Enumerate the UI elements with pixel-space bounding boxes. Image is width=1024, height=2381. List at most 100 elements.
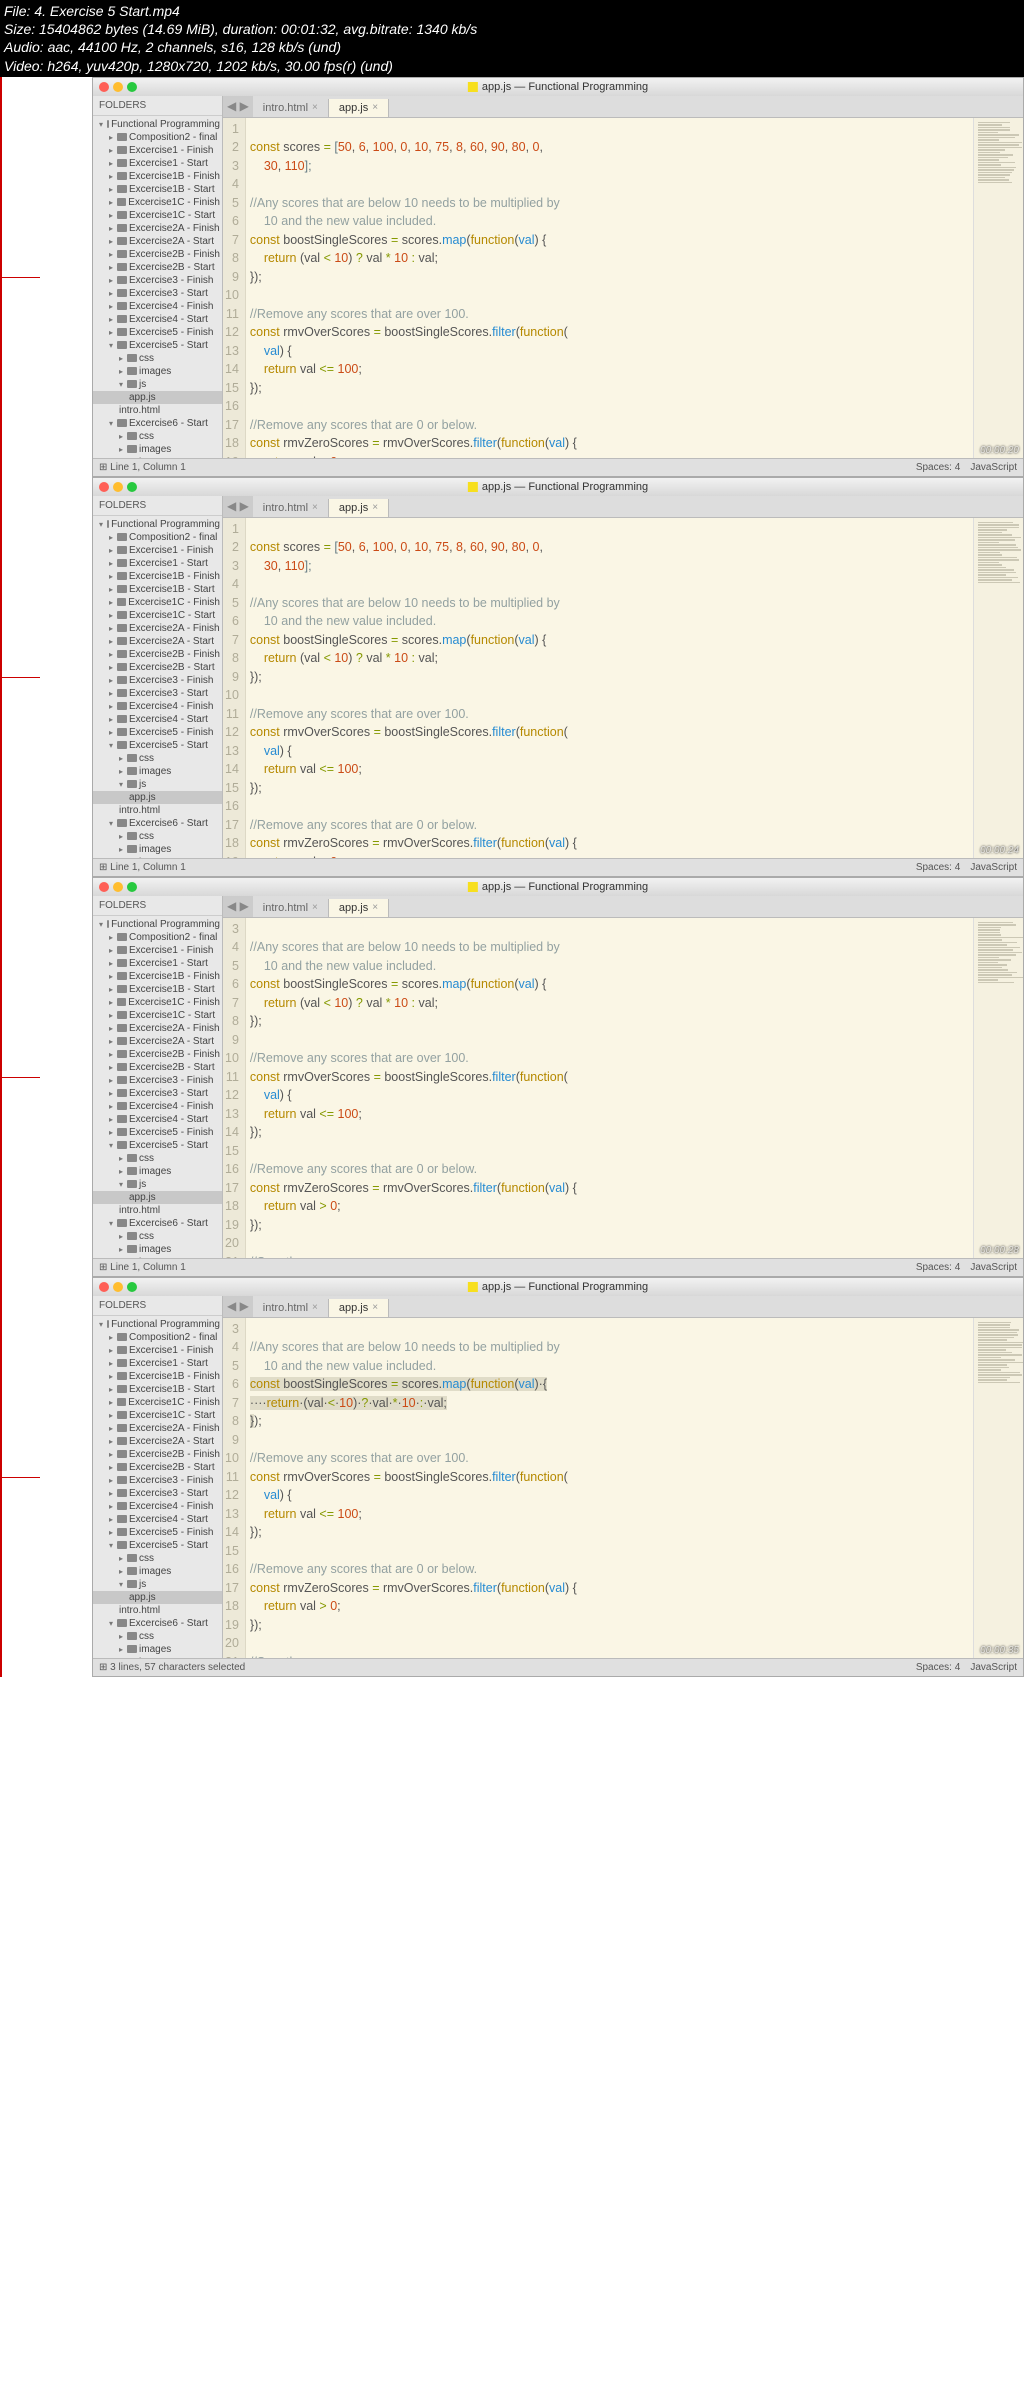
- tree-item[interactable]: Excercise2B - Finish: [93, 648, 222, 661]
- tree-item[interactable]: css: [93, 352, 222, 365]
- tree-item[interactable]: Excercise1C - Start: [93, 1009, 222, 1022]
- tree-item[interactable]: Excercise1 - Start: [93, 1357, 222, 1370]
- code-area[interactable]: 3456789101112131415161718192021222324252…: [223, 918, 1023, 1258]
- tree-item[interactable]: app.js: [93, 791, 222, 804]
- tree-item[interactable]: Excercise5 - Start: [93, 339, 222, 352]
- tree-item[interactable]: Composition2 - final: [93, 1331, 222, 1344]
- tree-item[interactable]: Composition2 - final: [93, 531, 222, 544]
- titlebar[interactable]: app.js — Functional Programming: [93, 1278, 1023, 1296]
- tree-item[interactable]: Excercise2A - Finish: [93, 1422, 222, 1435]
- tree-item[interactable]: Excercise3 - Start: [93, 687, 222, 700]
- tree-item[interactable]: Excercise2A - Finish: [93, 222, 222, 235]
- tab-nav-arrows[interactable]: ◀ ▶: [223, 896, 253, 917]
- tree-item[interactable]: Excercise2B - Start: [93, 661, 222, 674]
- tree-item[interactable]: Excercise4 - Start: [93, 1513, 222, 1526]
- minimap[interactable]: [973, 918, 1023, 1258]
- code-lines[interactable]: //Any scores that are below 10 needs to …: [246, 1318, 973, 1658]
- tree-item[interactable]: Excercise5 - Finish: [93, 1126, 222, 1139]
- status-lang[interactable]: JavaScript: [970, 462, 1017, 473]
- tree-item[interactable]: Excercise2A - Start: [93, 1035, 222, 1048]
- tree-item[interactable]: Excercise1C - Start: [93, 1409, 222, 1422]
- minimize-window-icon[interactable]: [113, 82, 123, 92]
- close-icon[interactable]: ×: [372, 502, 378, 513]
- tree-item[interactable]: Excercise1B - Start: [93, 1383, 222, 1396]
- tree-item[interactable]: Excercise2B - Start: [93, 261, 222, 274]
- close-icon[interactable]: ×: [372, 102, 378, 113]
- tree-item[interactable]: Excercise2A - Finish: [93, 622, 222, 635]
- tab-app.js[interactable]: app.js×: [329, 99, 389, 117]
- tab-app.js[interactable]: app.js×: [329, 1299, 389, 1317]
- close-window-icon[interactable]: [99, 1282, 109, 1292]
- close-icon[interactable]: ×: [372, 1302, 378, 1313]
- tree-item[interactable]: Functional Programming: [93, 1318, 222, 1331]
- code-area[interactable]: 1234567891011121314151617181920212223242…: [223, 118, 1023, 458]
- tree-item[interactable]: Excercise3 - Finish: [93, 1074, 222, 1087]
- tab-bar[interactable]: ◀ ▶intro.html×app.js×: [223, 1296, 1023, 1318]
- tab-bar[interactable]: ◀ ▶intro.html×app.js×: [223, 496, 1023, 518]
- status-spaces[interactable]: Spaces: 4: [916, 1662, 960, 1673]
- close-icon[interactable]: ×: [312, 1302, 318, 1313]
- tree-item[interactable]: app.js: [93, 391, 222, 404]
- tree-item[interactable]: intro.html: [93, 1204, 222, 1217]
- titlebar[interactable]: app.js — Functional Programming: [93, 78, 1023, 96]
- tree-item[interactable]: app.js: [93, 1591, 222, 1604]
- tree-item[interactable]: css: [93, 1230, 222, 1243]
- close-icon[interactable]: ×: [312, 902, 318, 913]
- tree-item[interactable]: Excercise1C - Finish: [93, 196, 222, 209]
- code-lines[interactable]: //Any scores that are below 10 needs to …: [246, 918, 973, 1258]
- tree-item[interactable]: images: [93, 843, 222, 856]
- tree-item[interactable]: images: [93, 443, 222, 456]
- tree-item[interactable]: Excercise1B - Finish: [93, 570, 222, 583]
- maximize-window-icon[interactable]: [127, 482, 137, 492]
- tab-bar[interactable]: ◀ ▶intro.html×app.js×: [223, 96, 1023, 118]
- status-bar[interactable]: ⊞ 3 lines, 57 characters selected Spaces…: [93, 1658, 1023, 1676]
- tree-item[interactable]: Excercise5 - Start: [93, 1539, 222, 1552]
- sidebar[interactable]: FOLDERS Functional ProgrammingCompositio…: [93, 1296, 223, 1658]
- status-spaces[interactable]: Spaces: 4: [916, 862, 960, 873]
- tab-app.js[interactable]: app.js×: [329, 899, 389, 917]
- tree-item[interactable]: Excercise6 - Start: [93, 1217, 222, 1230]
- tree-item[interactable]: Excercise2A - Start: [93, 235, 222, 248]
- status-bar[interactable]: ⊞ Line 1, Column 1 Spaces: 4 JavaScript: [93, 458, 1023, 476]
- tree-item[interactable]: intro.html: [93, 1604, 222, 1617]
- tree-item[interactable]: Excercise1 - Finish: [93, 544, 222, 557]
- tree-item[interactable]: js: [93, 378, 222, 391]
- minimap[interactable]: [973, 1318, 1023, 1658]
- tree-item[interactable]: css: [93, 1630, 222, 1643]
- tree-item[interactable]: Excercise2A - Start: [93, 1435, 222, 1448]
- status-spaces[interactable]: Spaces: 4: [916, 1262, 960, 1273]
- tab-intro.html[interactable]: intro.html×: [253, 1299, 329, 1317]
- close-icon[interactable]: ×: [372, 902, 378, 913]
- tree-item[interactable]: Excercise3 - Finish: [93, 674, 222, 687]
- tree-item[interactable]: intro.html: [93, 804, 222, 817]
- titlebar[interactable]: app.js — Functional Programming: [93, 878, 1023, 896]
- tab-nav-arrows[interactable]: ◀ ▶: [223, 1296, 253, 1317]
- tree-item[interactable]: Excercise5 - Start: [93, 1139, 222, 1152]
- folder-tree[interactable]: Functional ProgrammingComposition2 - fin…: [93, 116, 222, 458]
- tab-nav-arrows[interactable]: ◀ ▶: [223, 496, 253, 517]
- tab-bar[interactable]: ◀ ▶intro.html×app.js×: [223, 896, 1023, 918]
- tab-intro.html[interactable]: intro.html×: [253, 499, 329, 517]
- code-lines[interactable]: const scores = [50, 6, 100, 0, 10, 75, 8…: [246, 118, 973, 458]
- tree-item[interactable]: css: [93, 752, 222, 765]
- status-lang[interactable]: JavaScript: [970, 1662, 1017, 1673]
- window-controls[interactable]: [99, 882, 137, 892]
- tree-item[interactable]: Excercise1 - Finish: [93, 144, 222, 157]
- tree-item[interactable]: Excercise4 - Start: [93, 1113, 222, 1126]
- tree-item[interactable]: js: [93, 1178, 222, 1191]
- tree-item[interactable]: Excercise2B - Start: [93, 1061, 222, 1074]
- tree-item[interactable]: Excercise1B - Finish: [93, 970, 222, 983]
- close-icon[interactable]: ×: [312, 102, 318, 113]
- tree-item[interactable]: Excercise6 - Start: [93, 817, 222, 830]
- code-area[interactable]: 1234567891011121314151617181920212223242…: [223, 518, 1023, 858]
- tree-item[interactable]: js: [93, 856, 222, 858]
- tree-item[interactable]: Functional Programming: [93, 918, 222, 931]
- tree-item[interactable]: js: [93, 778, 222, 791]
- tree-item[interactable]: Excercise4 - Finish: [93, 1100, 222, 1113]
- tab-nav-arrows[interactable]: ◀ ▶: [223, 96, 253, 117]
- tab-intro.html[interactable]: intro.html×: [253, 899, 329, 917]
- tree-item[interactable]: Excercise1C - Finish: [93, 1396, 222, 1409]
- tree-item[interactable]: Excercise1 - Finish: [93, 944, 222, 957]
- tree-item[interactable]: Excercise5 - Start: [93, 739, 222, 752]
- folder-tree[interactable]: Functional ProgrammingComposition2 - fin…: [93, 516, 222, 858]
